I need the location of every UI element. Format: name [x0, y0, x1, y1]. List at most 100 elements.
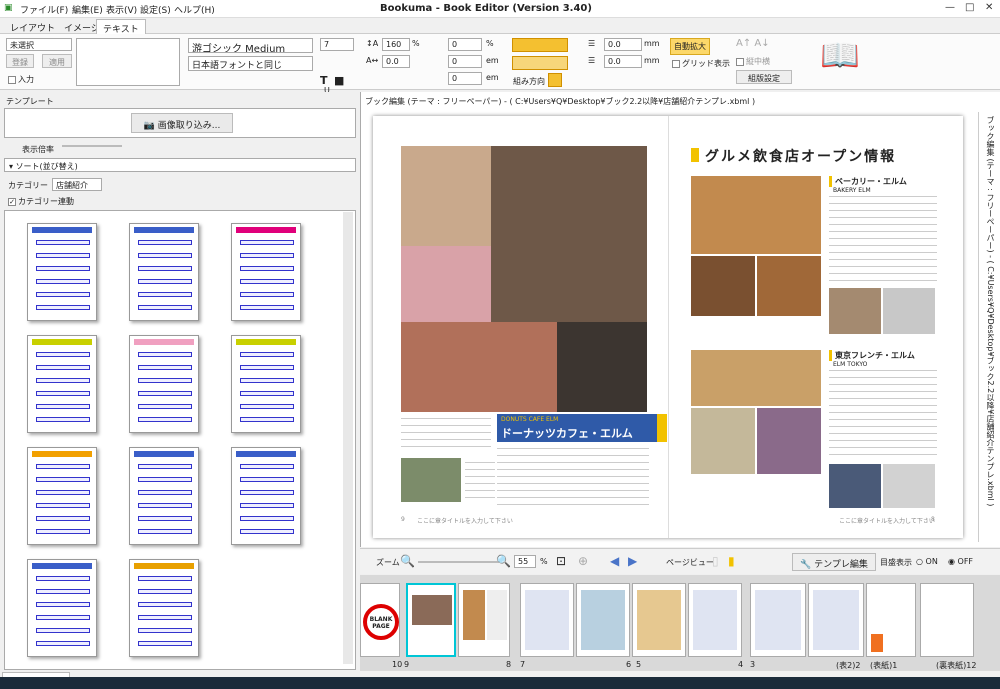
import-image-button[interactable]: 📷 画像取り込み... [131, 113, 233, 133]
template-thumb[interactable] [231, 223, 301, 321]
menu-settings[interactable]: 設定(S) [140, 3, 171, 16]
text-line [465, 476, 495, 477]
text-line [497, 504, 649, 505]
align-buttons[interactable] [512, 38, 568, 52]
fit-page-icon[interactable]: ⊡ [556, 554, 566, 568]
shop-name: ドーナッツカフェ・エルム [501, 427, 633, 440]
page-thumb-9[interactable] [406, 583, 456, 657]
line-height-input[interactable]: 160 [382, 38, 410, 51]
template-thumb[interactable] [27, 335, 97, 433]
menu-file[interactable]: ファイル(F) [20, 3, 68, 16]
em-unit-2: em [486, 73, 499, 82]
page-thumb-4[interactable] [688, 583, 742, 657]
left-page-footer: ここに章タイトルを入力して下さい [417, 518, 513, 525]
next-page-icon[interactable]: ▶ [628, 554, 637, 568]
auto-expand-button[interactable]: 自動拡大 [670, 38, 710, 55]
mm-unit-1: mm [644, 39, 660, 48]
em-unit-1: em [486, 56, 499, 65]
menu-help[interactable]: ヘルプ(H) [174, 3, 215, 16]
indent-input-1[interactable]: 0 [448, 38, 482, 51]
template-thumb[interactable] [27, 223, 97, 321]
spacing-input[interactable]: 0.0 [382, 55, 410, 68]
valign-buttons[interactable] [512, 56, 568, 70]
ribbon: 未選択 登録 適用 入力 游ゴシック Medium 日本語フォントと同じ T ■… [0, 34, 1000, 95]
shop1-en: BAKERY ELM [833, 187, 871, 194]
page-thumb-back-cover[interactable] [920, 583, 974, 657]
minimize-button[interactable]: — [945, 2, 955, 13]
shop2-name: 東京フレンチ・エルム [829, 350, 915, 361]
indent-input-3[interactable]: 0 [448, 72, 482, 85]
text-line [497, 469, 649, 470]
input-checkbox[interactable]: 入力 [8, 74, 34, 85]
text-line [829, 259, 937, 260]
fit-width-icon[interactable]: ⊕ [578, 554, 588, 568]
apply-button[interactable]: 適用 [42, 54, 72, 68]
toc-off-radio[interactable]: ◉ OFF [948, 557, 973, 566]
sort-label: ▾ ソート(並び替え) [9, 162, 78, 171]
strip-label-8: 8 [506, 660, 512, 669]
template-thumb[interactable] [231, 335, 301, 433]
pct-unit-2: % [486, 39, 494, 48]
grid-display-checkbox[interactable]: グリッド表示 [672, 58, 730, 69]
style-select[interactable]: 未選択 [6, 38, 72, 51]
category-select[interactable]: 店舗紹介 [52, 178, 102, 191]
prev-page-icon[interactable]: ◀ [610, 554, 619, 568]
text-line [401, 418, 491, 419]
template-thumb[interactable] [129, 447, 199, 545]
toc-on-radio[interactable]: ○ ON [916, 557, 938, 566]
cafe-exterior-photo [401, 458, 461, 502]
vert-center-checkbox[interactable]: 縦中横 [736, 56, 770, 67]
template-thumb[interactable] [129, 559, 199, 657]
text-line [829, 252, 937, 253]
strip-label-9: 9 [404, 660, 410, 669]
font-jp-select[interactable]: 日本語フォントと同じ [188, 56, 313, 71]
shop1-name: ベーカリー・エルム [829, 176, 907, 187]
sort-bar[interactable]: ▾ ソート(並び替え) [4, 158, 356, 172]
template-scrollbar[interactable] [343, 212, 353, 664]
pct-unit: % [412, 39, 420, 48]
kumi-settings-button[interactable]: 組版設定 [736, 70, 792, 84]
maximize-button[interactable]: □ [965, 2, 974, 13]
margin-input-2[interactable]: 0.0 [604, 55, 642, 68]
zoom-in-icon[interactable]: 🔍 [496, 554, 511, 568]
bread-photo-3 [757, 256, 821, 316]
page-thumb-5[interactable] [632, 583, 686, 657]
page-thumb-cover[interactable] [866, 583, 916, 657]
tab-text[interactable]: テキスト [96, 19, 146, 35]
indent-input-2[interactable]: 0 [448, 55, 482, 68]
text-direction-button[interactable] [548, 73, 562, 87]
template-thumb[interactable] [231, 447, 301, 545]
font-size-input[interactable]: 7 [320, 38, 354, 51]
zoom-out-icon[interactable]: 🔍 [400, 554, 415, 568]
font-select[interactable]: 游ゴシック Medium [188, 38, 313, 53]
margin-input-1[interactable]: 0.0 [604, 38, 642, 51]
template-thumb[interactable] [27, 447, 97, 545]
spread-page-icon[interactable]: ▮ [728, 554, 735, 568]
color-icon[interactable]: ■ [334, 74, 344, 87]
text-line [497, 448, 649, 449]
template-thumb[interactable] [129, 223, 199, 321]
page-thumb-6[interactable] [576, 583, 630, 657]
page-thumb-2[interactable] [808, 583, 864, 657]
template-edit-button[interactable]: 🔧 テンプレ編集 [792, 553, 876, 571]
menu-edit[interactable]: 編集(E) [72, 3, 103, 16]
template-thumb[interactable] [27, 559, 97, 657]
zoom-input[interactable]: 55 [514, 555, 536, 568]
category-link-checkbox[interactable]: ✓ カテゴリー連動 [8, 196, 74, 207]
pie-photo [757, 408, 821, 474]
template-edit-label: テンプレ編集 [814, 560, 868, 570]
chef-photo [883, 464, 935, 508]
single-page-icon[interactable]: ▯ [712, 554, 719, 568]
strip-label-4: 4 [738, 660, 744, 669]
page-thumb-7[interactable] [520, 583, 574, 657]
register-button[interactable]: 登録 [6, 54, 34, 68]
close-button[interactable]: ✕ [985, 2, 993, 13]
zoom-slider[interactable] [418, 561, 500, 563]
blank-page-thumb[interactable]: BLANK PAGE [360, 583, 400, 657]
menu-view[interactable]: 表示(V) [106, 3, 137, 16]
page-thumb-8[interactable] [458, 583, 510, 657]
template-thumb[interactable] [129, 335, 199, 433]
page-thumb-3[interactable] [750, 583, 806, 657]
zoom-slider[interactable] [62, 145, 122, 147]
tab-layout[interactable]: レイアウト [4, 19, 61, 34]
